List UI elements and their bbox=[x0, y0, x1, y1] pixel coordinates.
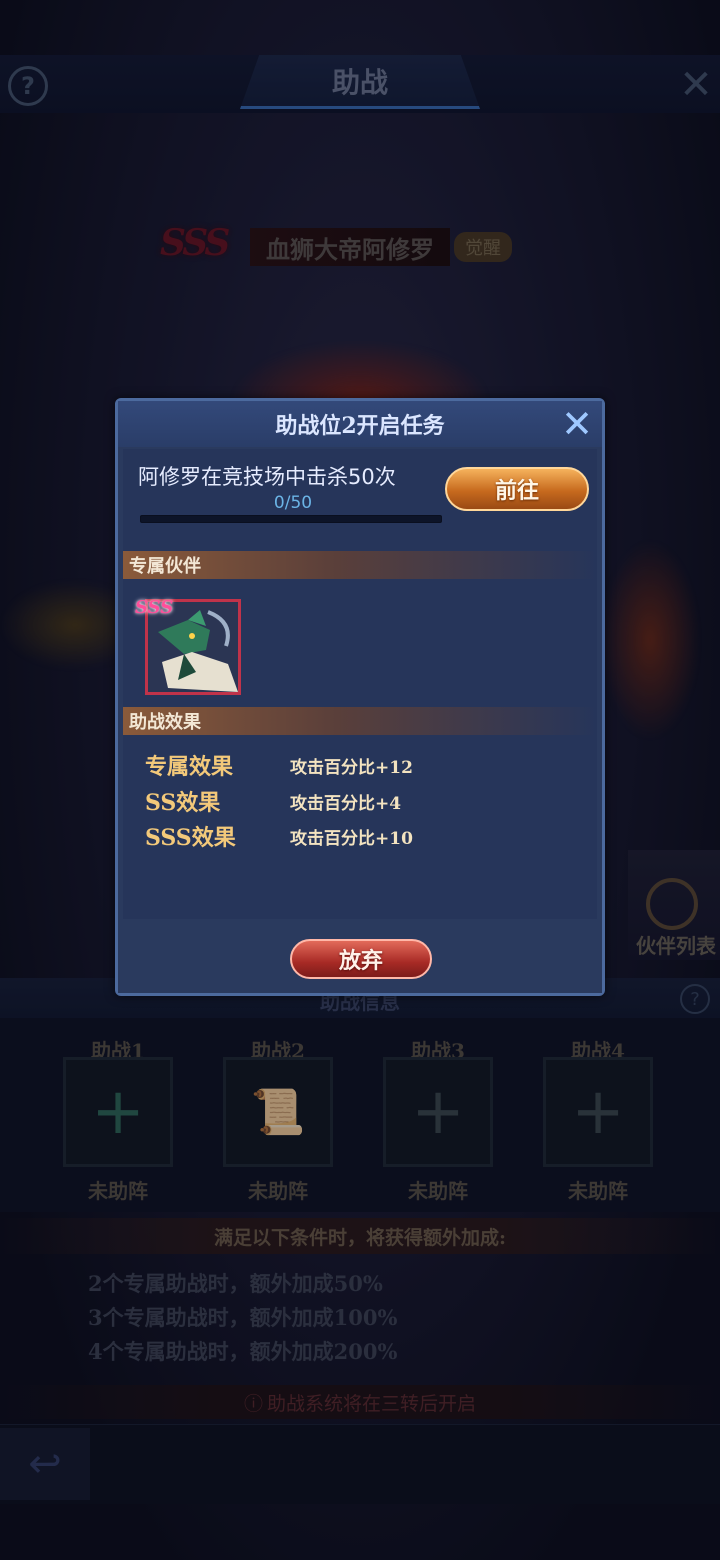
effect-value: 攻击百分比+4 bbox=[290, 793, 402, 814]
effect-row: SSS效果 攻击百分比+10 bbox=[145, 820, 413, 852]
task-description: 阿修罗在竞技场中击杀50次 bbox=[138, 465, 396, 489]
partner-rank-badge: SSS bbox=[135, 597, 174, 618]
task-progress-text: 0/50 bbox=[273, 493, 313, 513]
close-icon[interactable]: ✕ bbox=[558, 405, 596, 443]
task-progress-bar bbox=[140, 515, 442, 523]
effect-section-header: 助战效果 bbox=[123, 707, 597, 735]
effect-row: SS效果 攻击百分比+4 bbox=[145, 785, 401, 817]
goto-button[interactable]: 前往 bbox=[445, 467, 589, 511]
effect-value: 攻击百分比+10 bbox=[290, 828, 413, 849]
effect-value: 攻击百分比+12 bbox=[290, 757, 413, 778]
unlock-task-dialog: 助战位2开启任务 ✕ 阿修罗在竞技场中击杀50次 0/50 前往 专属伙伴 SS… bbox=[115, 398, 605, 996]
abandon-button[interactable]: 放弃 bbox=[290, 939, 432, 979]
effect-name: 专属效果 bbox=[145, 754, 234, 780]
effect-name: SS效果 bbox=[145, 790, 221, 816]
effect-row: 专属效果 攻击百分比+12 bbox=[145, 749, 413, 781]
dialog-title: 助战位2开启任务 bbox=[118, 401, 602, 447]
partner-section-header: 专属伙伴 bbox=[123, 551, 597, 579]
dialog-body: 阿修罗在竞技场中击杀50次 0/50 前往 专属伙伴 SSS 助战效果 专属效果… bbox=[123, 449, 597, 919]
dialog-footer: 放弃 bbox=[118, 921, 602, 993]
effect-name: SSS效果 bbox=[145, 825, 236, 851]
